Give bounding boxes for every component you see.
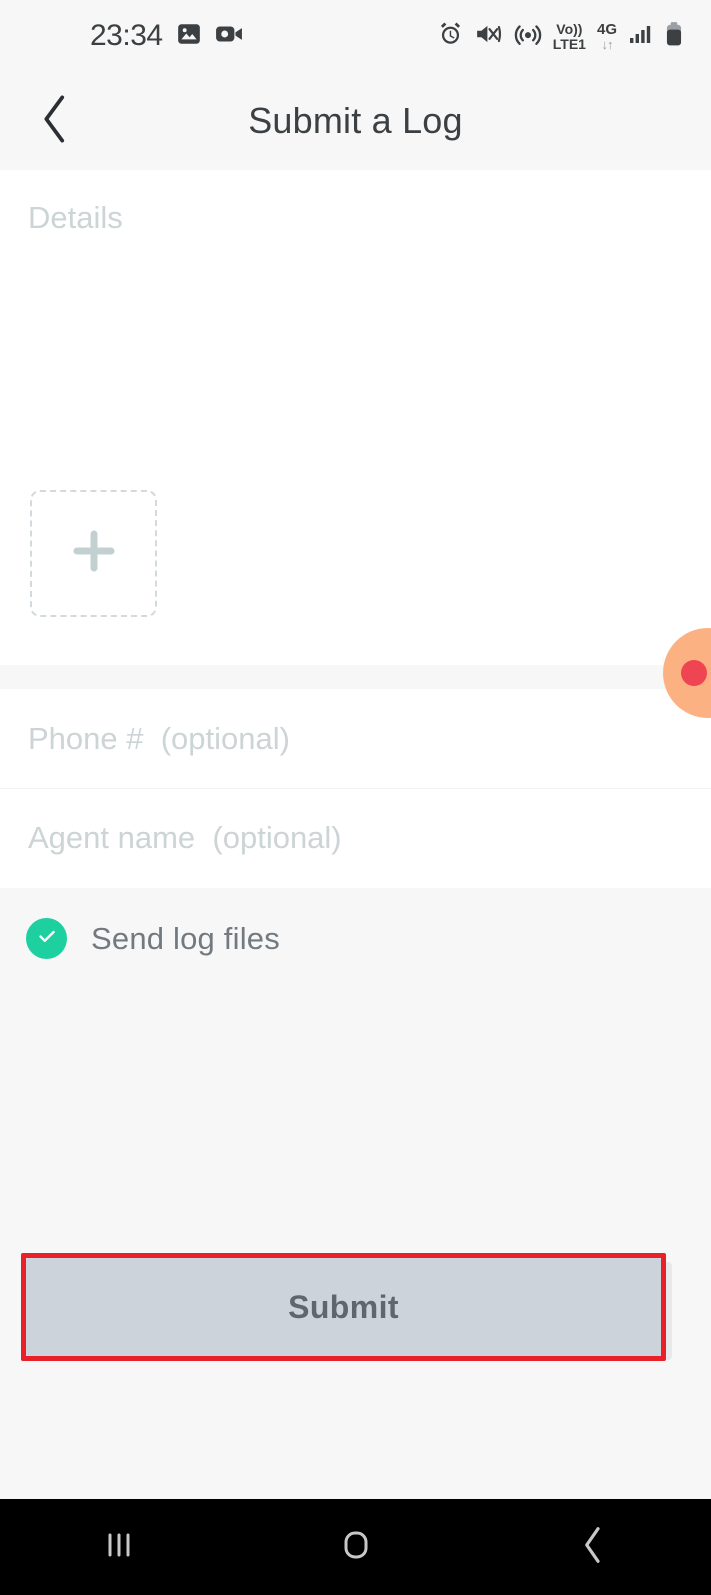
phone-screen: 23:34 Vo)) LTE1 4G ↓↑ Submit a Log Detai… <box>0 0 711 1595</box>
back-icon <box>576 1525 610 1570</box>
hotspot-icon <box>514 20 542 53</box>
mute-vibrate-icon <box>475 21 503 52</box>
header-back-button[interactable] <box>16 82 94 160</box>
submit-button[interactable]: Submit <box>25 1258 662 1356</box>
home-icon <box>336 1525 376 1570</box>
send-log-files-checkbox-row[interactable]: Send log files <box>26 918 280 959</box>
check-icon <box>35 924 59 953</box>
agent-name-input[interactable] <box>28 820 683 856</box>
details-card <box>0 170 711 665</box>
video-camera-icon <box>215 21 243 52</box>
status-bar-clock: 23:34 <box>90 19 163 52</box>
phone-input[interactable] <box>28 720 683 757</box>
battery-icon <box>665 21 683 52</box>
section-separator <box>0 665 711 689</box>
nav-back-button[interactable] <box>533 1499 653 1595</box>
volte-line-1: Vo)) <box>556 20 583 37</box>
status-bar: 23:34 Vo)) LTE1 4G ↓↑ <box>0 0 711 72</box>
add-attachment-button[interactable] <box>30 490 157 617</box>
signal-bars-icon <box>628 22 654 51</box>
volte-line-2: LTE1 <box>552 35 586 52</box>
lower-section: Send log files <box>0 888 711 1446</box>
network-type-label: 4G <box>596 20 617 38</box>
floating-bubble-dot <box>681 660 707 686</box>
volte-indicator: Vo)) LTE1 <box>553 22 586 51</box>
agent-field-row[interactable] <box>0 788 711 887</box>
nav-recents-button[interactable] <box>59 1499 179 1595</box>
plus-icon <box>64 521 124 586</box>
image-icon <box>176 21 202 52</box>
send-log-files-label: Send log files <box>91 920 280 956</box>
data-transfer-arrows: ↓↑ <box>601 36 613 52</box>
nav-home-button[interactable] <box>296 1499 416 1595</box>
network-indicator: 4G ↓↑ <box>597 22 617 51</box>
status-bar-right: Vo)) LTE1 4G ↓↑ <box>437 20 683 53</box>
android-nav-bar <box>0 1499 711 1595</box>
contact-card <box>0 689 711 888</box>
app-header: Submit a Log <box>0 72 711 170</box>
alarm-icon <box>437 20 464 52</box>
recents-icon <box>100 1526 138 1569</box>
chevron-left-icon <box>37 93 73 150</box>
phone-field-row[interactable] <box>0 689 711 788</box>
page-title: Submit a Log <box>248 100 463 141</box>
status-bar-left: 23:34 <box>90 19 243 53</box>
details-input[interactable] <box>28 200 678 450</box>
send-log-files-checkbox[interactable] <box>26 918 67 959</box>
